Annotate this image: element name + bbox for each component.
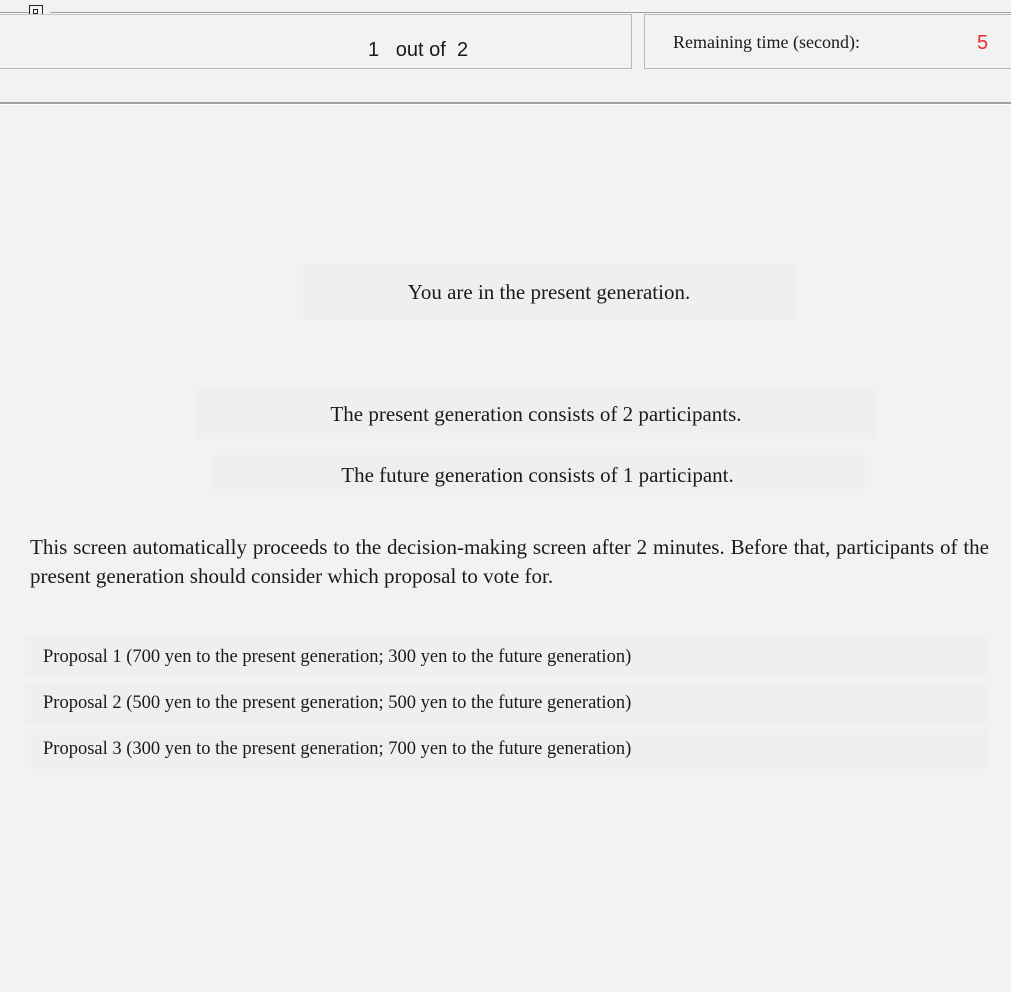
round-indicator: 1 out of 2 bbox=[368, 39, 468, 62]
proposal-list: Proposal 1 (700 yen to the present gener… bbox=[25, 637, 987, 775]
timer-value: 5 bbox=[977, 32, 989, 54]
instructions-text: This screen automatically proceeds to th… bbox=[30, 535, 989, 588]
status-bar: 1 out of 2 Remaining time (second): 5 bbox=[0, 0, 1011, 105]
proposal-item: Proposal 1 (700 yen to the present gener… bbox=[25, 637, 987, 677]
timer-panel: Remaining time (second): 5 bbox=[644, 14, 1011, 69]
timer-label: Remaining time (second): bbox=[673, 32, 860, 52]
round-current: 1 bbox=[368, 39, 380, 61]
frame-line bbox=[50, 12, 1011, 13]
proposal-item: Proposal 3 (300 yen to the present gener… bbox=[25, 729, 987, 769]
round-total: 2 bbox=[456, 39, 469, 61]
frame-line bbox=[0, 12, 30, 13]
proposal-item: Proposal 2 (500 yen to the present gener… bbox=[25, 683, 987, 723]
round-separator: out of bbox=[395, 39, 446, 61]
main-content: You are in the present generation. The p… bbox=[0, 105, 1011, 992]
round-panel: 1 out of 2 bbox=[0, 14, 632, 69]
generation-label: You are in the present generation. bbox=[303, 264, 795, 320]
future-generation-label: The future generation consists of 1 part… bbox=[210, 455, 865, 495]
present-generation-label: The present generation consists of 2 par… bbox=[196, 389, 876, 439]
